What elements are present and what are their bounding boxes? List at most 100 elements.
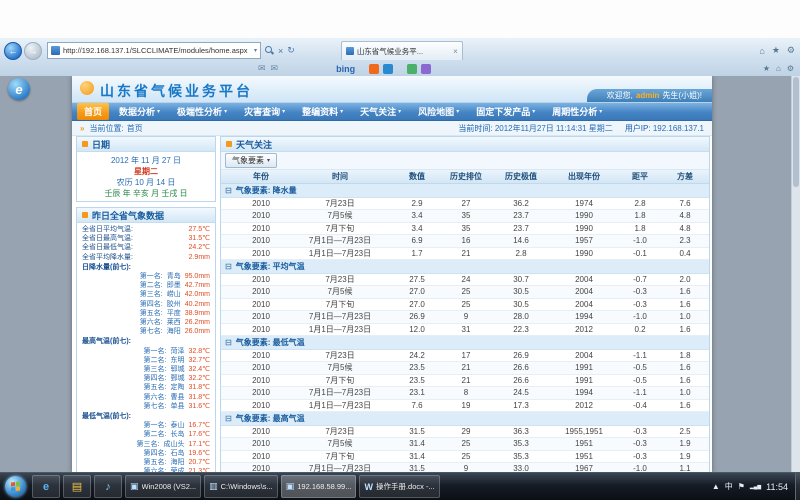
cell: 23.5 (395, 376, 439, 385)
collapse-icon[interactable]: ⊟ (225, 338, 232, 347)
shortcut-icon[interactable] (369, 64, 379, 74)
gear-icon[interactable]: ⚙ (787, 64, 794, 73)
tab-close-icon[interactable]: × (453, 47, 458, 56)
taskbar-window-button[interactable]: W操作手册.docx -... (359, 475, 439, 498)
taskbar-ie-icon[interactable]: e (32, 475, 60, 498)
table-row[interactable]: 20107月下旬27.02530.52004-0.31.6 (221, 299, 709, 312)
cell: 14.6 (493, 236, 549, 245)
back-button[interactable]: ← (4, 42, 22, 60)
mail-icon[interactable]: ✉ (271, 63, 279, 74)
rank-label: 第七名: (140, 327, 163, 336)
favorite-star-icon[interactable]: ★ (763, 64, 770, 73)
table-row[interactable]: 20107月23日31.52936.31955,1951-0.32.5 (221, 426, 709, 439)
collapse-icon[interactable]: ⊟ (225, 186, 232, 195)
scrollbar[interactable] (791, 76, 800, 473)
table-row[interactable]: 20107月1日—7月23日6.91614.61957-1.02.3 (221, 235, 709, 248)
table-row[interactable]: 20101月1日—7月23日12.03122.320120.21.6 (221, 324, 709, 337)
rank-value: 17.6℃ (189, 430, 211, 439)
home-icon[interactable]: ⌂ (759, 46, 764, 56)
favorites-icon[interactable]: ★ (772, 45, 780, 56)
table-row[interactable]: 20101月1日—7月23日7.61917.32012-0.41.6 (221, 400, 709, 413)
status-info: 当前时间: 2012年11月27日 11:14:31 星期二 用户IP: 192… (458, 123, 704, 134)
stat-label: 全省日平均气温: (82, 225, 133, 234)
rank-value: 40.2mm (185, 300, 210, 309)
taskbar-window-button[interactable]: ▣192.168.58.99... (281, 475, 357, 498)
scrollbar-thumb[interactable] (793, 77, 799, 187)
rank-item: 第六名:曹县31.8℃ (82, 393, 210, 402)
cell: 9 (439, 464, 493, 472)
shortcut-icon[interactable] (421, 64, 431, 74)
breadcrumb-current[interactable]: 首页 (127, 123, 143, 134)
table-row[interactable]: 20107月1日—7月23日23.1824.51994-1.11.0 (221, 387, 709, 400)
table-row[interactable]: 20107月23日2.92736.219742.87.6 (221, 198, 709, 211)
action-center-flag-icon[interactable]: ⚑ (738, 482, 745, 491)
table-row[interactable]: 20107月5候27.02530.52004-0.31.6 (221, 286, 709, 299)
show-desktop-button[interactable] (795, 473, 800, 500)
taskbar-media-player-icon[interactable]: ♪ (94, 475, 122, 498)
screen: ← → http://192.168.137.1/SLCCLIMATE/modu… (0, 0, 800, 500)
nav-item-home[interactable]: 首页 (77, 103, 109, 120)
table-row[interactable]: 20107月下旬23.52126.61991-0.51.6 (221, 375, 709, 388)
search-icon[interactable] (265, 46, 274, 55)
network-icon[interactable]: ▂▄▆ (750, 484, 761, 490)
rank-item: 第三名:成山头17.1℃ (82, 440, 210, 449)
nav-item-extreme-analysis[interactable]: 极端性分析▾ (170, 103, 234, 120)
ie-logo-icon[interactable]: e (8, 78, 30, 100)
cell: -1.1 (619, 351, 661, 360)
table-group-row[interactable]: ⊟气象要素: 降水量 (221, 184, 709, 198)
window-title: Win2008 (VS2... (142, 482, 197, 491)
table-row[interactable]: 20107月23日24.21726.92004-1.11.8 (221, 350, 709, 363)
table-row[interactable]: 20107月下旬3.43523.719901.84.8 (221, 223, 709, 236)
nav-item-disaster-query[interactable]: 灾害查询▾ (237, 103, 292, 120)
nav-item-periodic-analysis[interactable]: 周期性分析▾ (545, 103, 609, 120)
nav-item-issued-products[interactable]: 固定下发产品▾ (469, 103, 542, 120)
table-row[interactable]: 20107月1日—7月23日26.9928.01994-1.01.0 (221, 311, 709, 324)
cell: 0.4 (661, 249, 709, 258)
cell: 7月23日 (285, 274, 395, 285)
tools-gear-icon[interactable]: ⚙ (787, 45, 795, 56)
address-dropdown-icon[interactable]: ▾ (254, 47, 257, 54)
shortcut-icon[interactable] (383, 64, 393, 74)
start-button[interactable] (5, 476, 26, 497)
collapse-icon[interactable]: ⊟ (225, 262, 232, 271)
table-group-row[interactable]: ⊟气象要素: 最低气温 (221, 336, 709, 350)
nav-item-compiled-data[interactable]: 整编资料▾ (295, 103, 350, 120)
table-row[interactable]: 20107月5候23.52126.61991-0.51.6 (221, 362, 709, 375)
station-name: 青岛 (167, 272, 181, 281)
rank-label: 第三名: (144, 365, 167, 374)
table-group-row[interactable]: ⊟气象要素: 最高气温 (221, 412, 709, 426)
nav-item-data-analysis[interactable]: 数据分析▾ (112, 103, 167, 120)
nav-item-risk-map[interactable]: 风险地图▾ (411, 103, 466, 120)
home-icon[interactable]: ⌂ (776, 64, 781, 73)
tray-overflow-icon[interactable]: ▲ (712, 482, 720, 491)
forward-button[interactable]: → (24, 42, 42, 60)
shortcut-icon[interactable] (407, 64, 417, 74)
element-filter-button[interactable]: 气象要素 ▾ (225, 153, 277, 168)
cell: 31.4 (395, 452, 439, 461)
nav-item-weather-focus[interactable]: 天气关注▾ (353, 103, 408, 120)
taskbar-clock[interactable]: 11:54 (766, 482, 788, 492)
taskbar-window-button[interactable]: ▥C:\Windows\s... (204, 475, 278, 498)
refresh-icon[interactable]: ↻ (287, 45, 295, 56)
taskbar: e▤♪▣Win2008 (VS2...▥C:\Windows\s...▣192.… (0, 472, 800, 500)
table-row[interactable]: 20107月5候31.42535.31951-0.31.9 (221, 438, 709, 451)
browser-tab[interactable]: 山东省气候业务平... × (341, 41, 463, 60)
address-bar[interactable]: http://192.168.137.1/SLCCLIMATE/modules/… (47, 42, 261, 59)
collapse-icon[interactable]: ⊟ (225, 414, 232, 423)
table-row[interactable]: 20107月23日27.52430.72004-0.72.0 (221, 274, 709, 287)
table-row[interactable]: 20107月1日—7月23日31.5933.01967-1.01.1 (221, 463, 709, 472)
taskbar-window-button[interactable]: ▣Win2008 (VS2... (125, 475, 201, 498)
bing-logo[interactable]: bing (336, 64, 355, 74)
cell: 2012 (549, 401, 619, 410)
table-group-row[interactable]: ⊟气象要素: 平均气温 (221, 260, 709, 274)
rank-item: 第三名:郓城32.4℃ (82, 365, 210, 374)
language-indicator[interactable]: 中 (725, 481, 733, 492)
table-row[interactable]: 20107月5候3.43523.719901.84.8 (221, 210, 709, 223)
table-row[interactable]: 20107月下旬31.42535.31951-0.31.9 (221, 451, 709, 464)
table-row[interactable]: 20101月1日—7月23日1.7212.81990-0.10.4 (221, 248, 709, 261)
stop-button-icon[interactable]: × (278, 46, 283, 56)
mail-icon[interactable]: ✉ (258, 63, 266, 74)
column-header: 出现年份 (549, 171, 619, 182)
taskbar-explorer-icon[interactable]: ▤ (63, 475, 91, 498)
stat-line: 全省日最高气温:31.5℃ (82, 234, 210, 243)
